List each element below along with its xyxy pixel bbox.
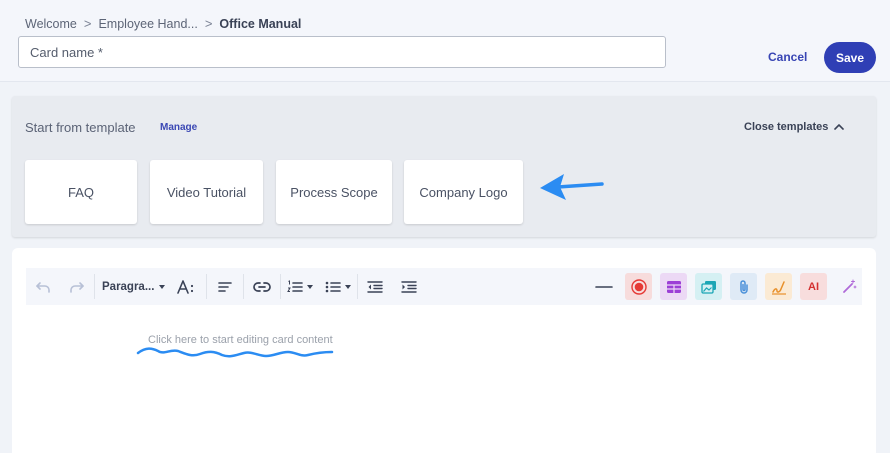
save-button[interactable]: Save: [824, 42, 876, 73]
signature-icon: [771, 280, 786, 295]
breadcrumb-current: Office Manual: [219, 16, 302, 31]
attachment-icon: [739, 279, 748, 294]
chevron-up-icon: [834, 124, 845, 130]
breadcrumb-separator: >: [83, 16, 92, 31]
ordered-list-button[interactable]: [281, 273, 319, 300]
template-card-faq[interactable]: FAQ: [25, 160, 137, 224]
close-templates-button[interactable]: Close templates: [744, 121, 845, 133]
paragraph-label: Paragra...: [102, 280, 155, 293]
magic-wand-button[interactable]: [835, 273, 862, 300]
editor-toolbar: Paragra... AI: [26, 268, 862, 305]
image-button[interactable]: [695, 273, 722, 300]
table-button[interactable]: [660, 273, 687, 300]
signature-button[interactable]: [765, 273, 792, 300]
magic-wand-icon: [842, 279, 856, 293]
ai-button[interactable]: AI: [800, 273, 827, 300]
link-button[interactable]: [244, 273, 280, 300]
align-icon: [218, 281, 233, 292]
horizontal-rule-icon: [594, 285, 613, 288]
templates-panel: Start from template Manage Close templat…: [12, 96, 876, 237]
undo-button[interactable]: [26, 273, 60, 300]
attachment-button[interactable]: [730, 273, 757, 300]
text-style-icon: [177, 279, 194, 294]
outdent-icon: [367, 280, 384, 293]
manage-templates-link[interactable]: Manage: [160, 122, 197, 133]
breadcrumb: Welcome > Employee Hand... > Office Manu…: [25, 16, 301, 31]
image-icon: [700, 280, 716, 294]
align-button[interactable]: [207, 273, 243, 300]
link-icon: [253, 281, 272, 292]
caret-down-icon: [307, 284, 314, 289]
caret-down-icon: [345, 284, 352, 289]
template-card-company-logo[interactable]: Company Logo: [404, 160, 523, 224]
annotation-arrow-icon: [540, 174, 604, 200]
cancel-button[interactable]: Cancel: [758, 44, 817, 70]
header-bar: Welcome > Employee Hand... > Office Manu…: [0, 0, 890, 82]
breadcrumb-item-welcome[interactable]: Welcome: [25, 17, 77, 31]
text-style-button[interactable]: [172, 273, 200, 300]
redo-icon: [70, 281, 84, 293]
bullet-list-button[interactable]: [319, 273, 357, 300]
outdent-button[interactable]: [358, 273, 392, 300]
caret-down-icon: [159, 284, 166, 289]
annotation-squiggle-icon: [136, 347, 334, 358]
record-button[interactable]: [625, 273, 652, 300]
close-templates-label: Close templates: [744, 121, 829, 133]
indent-icon: [401, 280, 418, 293]
breadcrumb-separator: >: [204, 16, 213, 31]
template-card-process-scope[interactable]: Process Scope: [276, 160, 392, 224]
redo-button[interactable]: [60, 273, 94, 300]
templates-label: Start from template: [25, 120, 136, 135]
paragraph-dropdown[interactable]: Paragra...: [95, 273, 172, 300]
table-icon: [666, 280, 681, 293]
record-icon: [630, 278, 647, 295]
bullet-list-icon: [326, 281, 342, 292]
card-name-input[interactable]: [18, 36, 666, 68]
breadcrumb-item-employee-handbook[interactable]: Employee Hand...: [98, 17, 197, 31]
template-card-video-tutorial[interactable]: Video Tutorial: [150, 160, 263, 224]
ai-icon: AI: [808, 280, 819, 293]
horizontal-rule-button[interactable]: [590, 273, 617, 300]
indent-button[interactable]: [392, 273, 426, 300]
ordered-list-icon: [287, 279, 304, 292]
editor-content-placeholder[interactable]: Click here to start editing card content: [148, 334, 333, 346]
undo-icon: [36, 281, 50, 293]
